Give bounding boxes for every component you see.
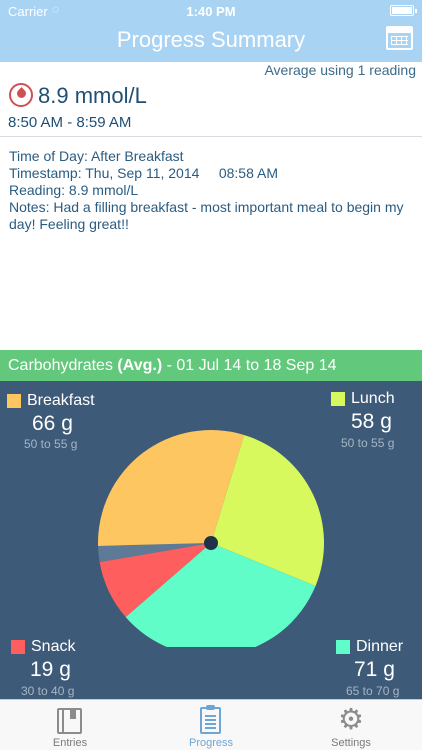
snack-value: 19 g <box>30 658 71 681</box>
lunch-value: 58 g <box>351 410 392 433</box>
tab-progress[interactable]: Progress <box>141 700 281 750</box>
header: Carrier ◌ 1:40 PM Progress Summary <box>0 0 422 62</box>
calendar-icon[interactable] <box>386 26 413 50</box>
tab-progress-label: Progress <box>188 737 234 749</box>
status-bar: Carrier ◌ 1:40 PM <box>0 0 422 22</box>
lunch-swatch <box>331 392 345 406</box>
reading-line: Reading: 8.9 mmol/L <box>9 182 139 198</box>
carbs-header: Carbohydrates (Avg.) - 01 Jul 14 to 18 S… <box>0 350 422 381</box>
time-of-day: Time of Day: After Breakfast <box>9 148 184 164</box>
blood-drop-icon <box>9 83 33 107</box>
breakfast-range: 50 to 55 g <box>24 437 78 451</box>
carbs-pie-chart <box>98 430 325 647</box>
battery-icon <box>390 5 417 16</box>
status-time: 1:40 PM <box>186 4 236 19</box>
dinner-swatch <box>336 640 350 654</box>
carbs-avg-label: (Avg.) <box>117 357 163 374</box>
reading-value: 8.9 mmol/L <box>38 83 147 108</box>
dinner-range: 65 to 70 g <box>346 684 400 698</box>
page-title: Progress Summary <box>116 27 306 52</box>
gear-icon: ⚙ <box>338 704 364 736</box>
tab-entries[interactable]: Entries <box>0 700 140 750</box>
timestamp: Timestamp: Thu, Sep 11, 2014 08:58 AM <box>9 165 279 181</box>
lunch-label: Lunch <box>351 390 395 407</box>
reading-details: Time of Day: After Breakfast Timestamp: … <box>9 148 409 233</box>
tab-settings-label: Settings <box>331 737 371 749</box>
tab-entries-label: Entries <box>52 737 88 749</box>
pie-center-dot <box>204 536 218 550</box>
average-note: Average using 1 reading <box>264 62 416 78</box>
clipboard-icon <box>200 705 221 734</box>
lunch-range: 50 to 55 g <box>341 436 395 450</box>
carbs-title: Carbohydrates <box>8 357 113 374</box>
breakfast-value: 66 g <box>32 412 73 435</box>
tab-settings[interactable]: ⚙ Settings <box>281 700 421 750</box>
breakfast-label: Breakfast <box>27 392 95 409</box>
time-range: 8:50 AM - 8:59 AM <box>8 114 132 131</box>
divider <box>0 136 422 137</box>
notes: Notes: Had a filling breakfast - most im… <box>9 199 404 232</box>
carbs-date-range: - 01 Jul 14 to 18 Sep 14 <box>166 357 337 374</box>
snack-swatch <box>11 640 25 654</box>
tab-bar: Entries Progress ⚙ Settings <box>0 699 422 750</box>
book-icon <box>57 708 82 734</box>
dinner-label: Dinner <box>356 638 404 655</box>
snack-range: 30 to 40 g <box>21 684 75 698</box>
snack-label: Snack <box>31 638 76 655</box>
dinner-value: 71 g <box>354 658 395 681</box>
breakfast-swatch <box>7 394 21 408</box>
